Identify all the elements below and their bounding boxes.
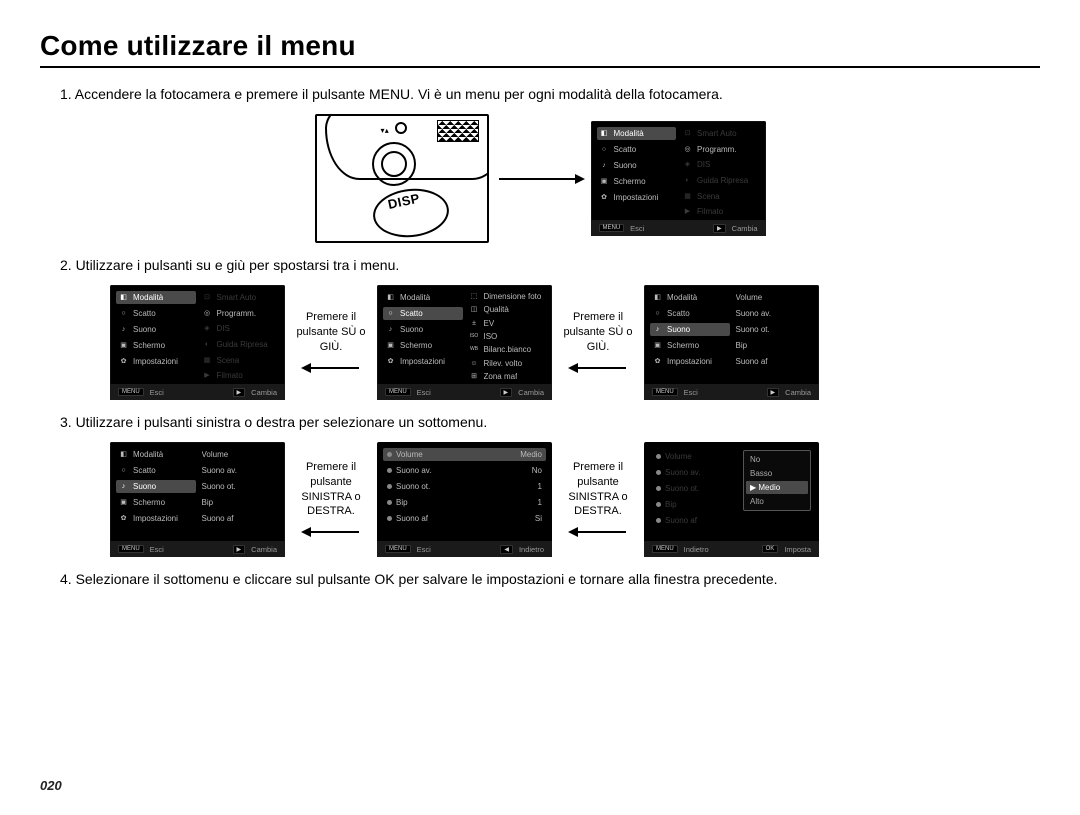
menu-screen-3b: VolumeMedio Suono av.No Suono ot.1 Bip1 … xyxy=(377,442,552,557)
disp-label: DISP xyxy=(386,190,421,211)
caption-updown-1: Premere il pulsante SÙ o GIÙ. xyxy=(291,310,371,355)
caption-updown-2: Premere il pulsante SÙ o GIÙ. xyxy=(558,310,638,355)
menu-screen-2a: ◧Modalità ○Scatto ♪Suono ▣Schermo ✿Impos… xyxy=(110,285,285,400)
arrow-left-icon xyxy=(301,525,361,539)
option-selected: ▶ Medio xyxy=(746,481,808,494)
arrow-left-icon xyxy=(568,525,628,539)
arrow-left-icon xyxy=(568,361,628,375)
menu-screen-modalita: ◧Modalità ○Scatto ♪Suono ▣Schermo ✿Impos… xyxy=(591,121,766,236)
arrow-left-icon xyxy=(301,361,361,375)
page-number: 020 xyxy=(40,778,62,793)
menu-screen-3c: Volume Suono av. Suono ot. Bip Suono af … xyxy=(644,442,819,557)
step-4-text: 4. Selezionare il sottomenu e cliccare s… xyxy=(60,571,1040,587)
options-popup: No Basso ▶ Medio Alto xyxy=(743,450,811,511)
step-2-row: ◧Modalità ○Scatto ♪Suono ▣Schermo ✿Impos… xyxy=(110,285,1040,400)
menu-left-col: ◧Modalità ○Scatto ♪Suono ▣Schermo ✿Impos… xyxy=(597,127,677,218)
step-1-text: 1. Accendere la fotocamera e premere il … xyxy=(60,86,1040,102)
step-1-row: ▾ ▴ DISP ◧Modalità ○Scatto ♪Suono ▣Scher… xyxy=(40,114,1040,243)
caption-leftright-2: Premere il pulsante SINISTRA o DESTRA. xyxy=(558,460,638,519)
camera-illustration: ▾ ▴ DISP xyxy=(315,114,489,243)
step-2-text: 2. Utilizzare i pulsanti su e giù per sp… xyxy=(60,257,1040,273)
menu-screen-3a: ◧Modalità ○Scatto ♪Suono ▣Schermo ✿Impos… xyxy=(110,442,285,557)
title-rule xyxy=(40,66,1040,68)
menu-right-col: ⊡Smart Auto ◎Programm. ◈DIS ◐Guida Ripre… xyxy=(680,127,760,218)
page-title: Come utilizzare il menu xyxy=(40,30,1040,62)
menu-button-icon xyxy=(372,142,416,186)
arrow-right-icon xyxy=(497,172,587,186)
caption-leftright-1: Premere il pulsante SINISTRA o DESTRA. xyxy=(291,460,371,519)
menu-screen-2c: ◧Modalità ○Scatto ♪Suono ▣Schermo ✿Impos… xyxy=(644,285,819,400)
menu-screen-2b: ◧Modalità ○Scatto ♪Suono ▣Schermo ✿Impos… xyxy=(377,285,552,400)
step-3-text: 3. Utilizzare i pulsanti sinistra o dest… xyxy=(60,414,1040,430)
step-3-row: ◧Modalità ○Scatto ♪Suono ▣Schermo ✿Impos… xyxy=(110,442,1040,557)
